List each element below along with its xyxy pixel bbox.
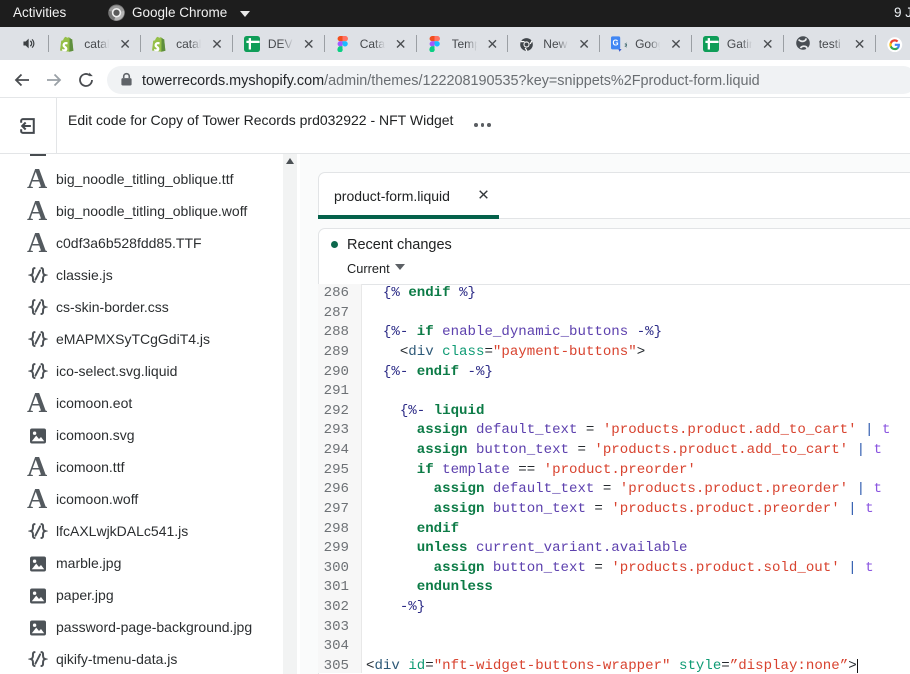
svg-text:G: G xyxy=(612,38,618,47)
svg-text:✱: ✱ xyxy=(624,41,627,50)
